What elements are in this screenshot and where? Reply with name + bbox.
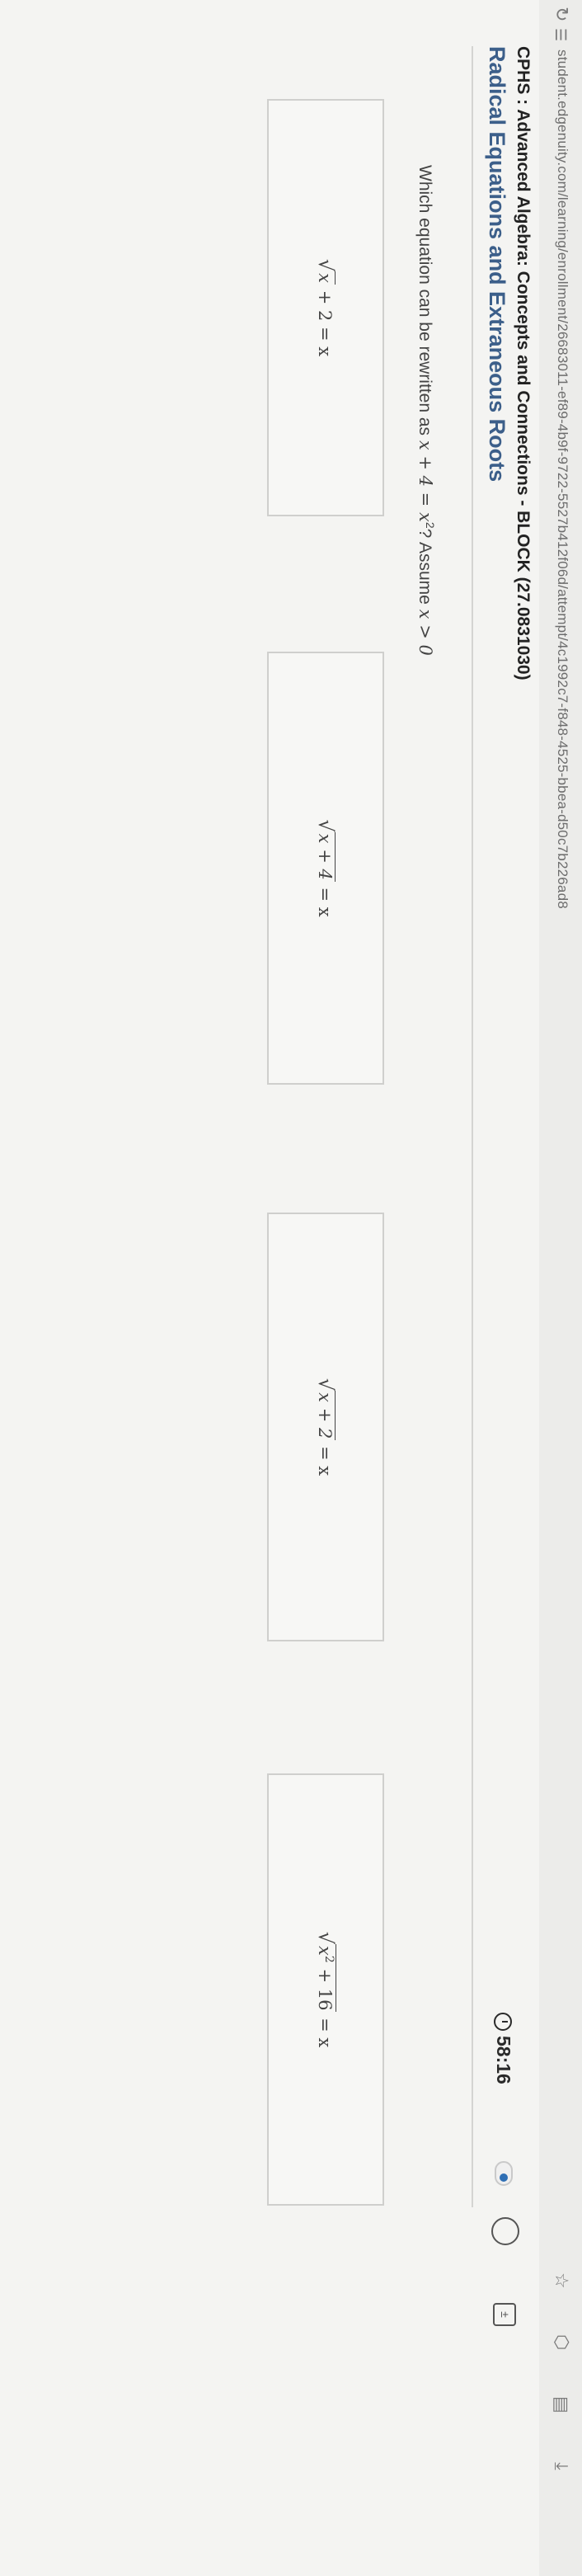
reload-icon[interactable]: ↻ [551, 7, 572, 21]
choice-b-rest: = x [315, 881, 335, 917]
downloads-icon[interactable]: ⤓ [551, 2462, 572, 2470]
choice-a-math: √x + 2 = x [314, 258, 337, 357]
toggle-switch[interactable] [495, 2161, 513, 2186]
question-equation: x + 4 = x [415, 440, 435, 522]
choice-c-radicand: x + 2 [315, 1391, 336, 1441]
timer: 58:16 [492, 2013, 514, 2084]
star-icon[interactable]: ☆ [551, 2272, 572, 2289]
header-divider [472, 46, 473, 2207]
choice-d-radicand-exponent: 2 [322, 1955, 336, 1963]
choice-d-radicand: x [315, 1946, 335, 1956]
question-text: Which equation can be rewritten as x + 4… [415, 165, 437, 656]
rotated-page: ↻ ☰ student.edgenuity.com/learning/enrol… [0, 0, 582, 2576]
question-prefix: Which equation can be rewritten as [415, 165, 434, 440]
choice-d-math: √x2 + 16 = x [314, 1931, 337, 2048]
extensions-icon[interactable]: ⬡ [551, 2334, 572, 2350]
reading-list-icon[interactable]: ▤ [551, 2396, 572, 2414]
calculator-icon[interactable]: ± [493, 2303, 516, 2326]
choice-a-radicand: x [315, 271, 336, 285]
question-suffix: ? Assume [415, 528, 434, 610]
answer-choice-c[interactable]: √x + 2 = x [267, 1213, 384, 1641]
choice-c-math: √x + 2 = x [314, 1377, 337, 1476]
answer-choice-b[interactable]: √x + 4 = x [267, 652, 384, 1085]
choice-c-rest: = x [315, 1440, 335, 1476]
hint-bulb-icon[interactable] [491, 2217, 519, 2245]
timer-value: 58:16 [493, 2036, 514, 2084]
answer-choice-d[interactable]: √x2 + 16 = x [267, 1773, 384, 2206]
address-bar-url[interactable]: student.edgenuity.com/learning/enrollmen… [554, 49, 570, 909]
choice-d-rest: = x [315, 2012, 335, 2048]
choice-b-radicand: x + 4 [315, 831, 336, 882]
choice-b-math: √x + 4 = x [314, 819, 337, 917]
course-title: CPHS : Advanced Algebra: Concepts and Co… [514, 46, 533, 680]
choice-d-radicand-group: x2 + 16 [315, 1944, 336, 2013]
answer-choice-a[interactable]: √x + 2 = x [267, 99, 384, 516]
lesson-title: Radical Equations and Extraneous Roots [485, 46, 509, 483]
site-info-icon[interactable]: ☰ [551, 28, 570, 41]
choice-a-rest: + 2 = x [315, 285, 335, 357]
choice-d-radicand-tail: + 16 [315, 1962, 335, 2011]
clock-icon [494, 2013, 513, 2031]
question-exponent: 2 [424, 521, 437, 529]
question-assumption: x > 0 [415, 609, 435, 656]
